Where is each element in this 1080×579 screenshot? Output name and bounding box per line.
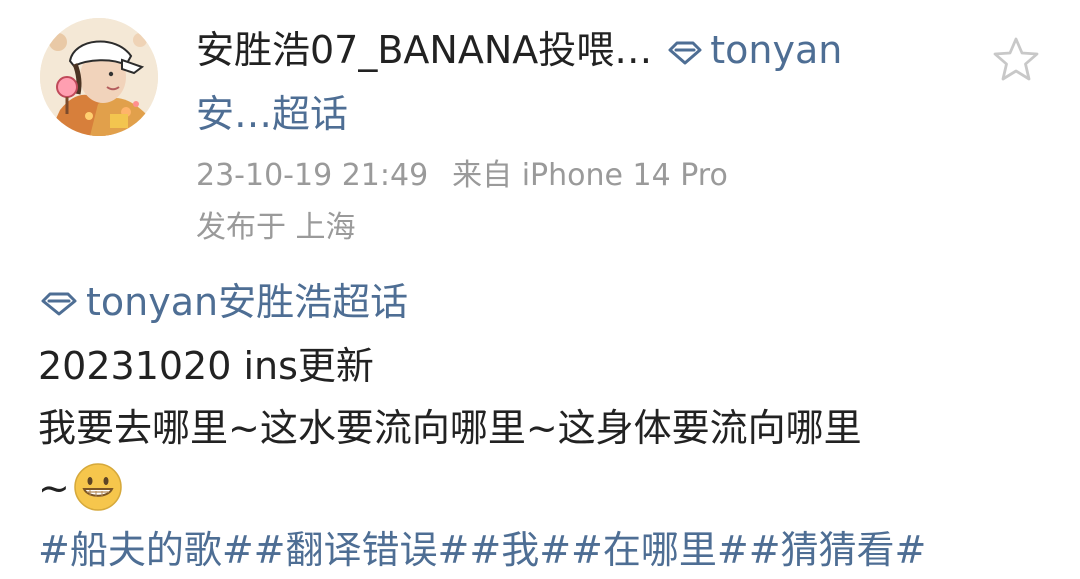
header-topic-line2[interactable]: 安…超话 <box>196 88 348 140</box>
avatar-image <box>40 18 158 136</box>
post-hashtags[interactable]: #船夫的歌##翻译错误##我##在哪里##猜猜看# <box>38 524 926 576</box>
post-source: 来自 iPhone 14 Pro <box>452 158 728 193</box>
author-name[interactable]: 安胜浩07_BANANA投喂… <box>196 28 652 72</box>
post-text-line-1: 20231020 ins更新 <box>38 344 374 388</box>
star-outline-icon[interactable] <box>988 32 1044 88</box>
post-header: 安胜浩07_BANANA投喂… tonyan <box>196 24 956 76</box>
grinning-face-emoji <box>72 461 124 513</box>
post-meta: 23-10-19 21:49 来自 iPhone 14 Pro <box>196 154 728 198</box>
diamond-icon <box>38 279 80 331</box>
post-text-line-3-text: ~ <box>38 466 70 510</box>
post-text-line-2: 我要去哪里~这水要流向哪里~这身体要流向哪里 <box>38 406 862 450</box>
diamond-icon <box>666 27 704 79</box>
post-topic-tag[interactable]: tonyan安胜浩超话 <box>38 276 408 331</box>
header-topic-line1: tonyan <box>710 28 843 72</box>
avatar[interactable] <box>40 18 158 136</box>
post-text-line-3: ~ <box>38 462 124 517</box>
post-location: 发布于 上海 <box>196 210 356 245</box>
post-topic-text: tonyan安胜浩超话 <box>86 280 409 324</box>
post-timestamp: 23-10-19 21:49 <box>196 158 429 193</box>
header-topic-link[interactable]: tonyan <box>666 28 842 72</box>
